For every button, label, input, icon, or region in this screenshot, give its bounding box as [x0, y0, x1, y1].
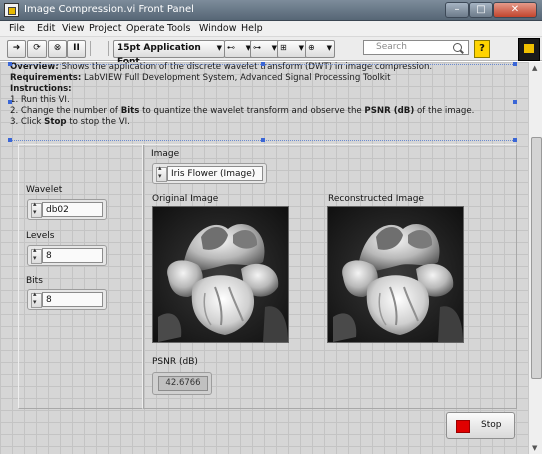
stop-button[interactable]: Stop: [446, 412, 515, 439]
increment-decrement-icon[interactable]: [156, 164, 167, 182]
image-label: Image: [151, 149, 180, 159]
resize-handle[interactable]: [261, 138, 265, 142]
bits-numeric-control[interactable]: 8: [27, 289, 107, 310]
menu-operate[interactable]: Operate: [126, 23, 165, 34]
minimize-button[interactable]: –: [445, 2, 469, 18]
instruction-step-3: 3. Click Stop to stop the VI.: [10, 117, 130, 127]
image-value[interactable]: Iris Flower (Image): [167, 166, 263, 181]
scroll-down-icon[interactable]: ▼: [532, 444, 537, 452]
reorder-icon: ⊕: [308, 43, 315, 52]
resize-objects-dropdown[interactable]: ⊞ ▼: [277, 40, 307, 58]
font-selector[interactable]: 15pt Application Font▼: [113, 40, 225, 67]
instruction-step-2: 2. Change the number of Bits to quantize…: [10, 106, 475, 116]
menu-help[interactable]: Help: [241, 23, 263, 34]
menu-window[interactable]: Window: [199, 23, 236, 34]
resize-objects-icon: ⊞: [280, 43, 287, 52]
run-button[interactable]: ➜: [7, 40, 26, 58]
stop-led-icon: [456, 420, 470, 433]
levels-label: Levels: [26, 231, 55, 241]
chevron-down-icon: ▼: [216, 44, 222, 52]
resize-handle[interactable]: [8, 62, 12, 66]
toolbar-separator: [108, 41, 109, 56]
wavelet-label: Wavelet: [26, 185, 63, 195]
scrollbar-thumb[interactable]: [531, 137, 542, 379]
search-icon[interactable]: [453, 43, 465, 55]
iris-flower-image: [153, 207, 288, 342]
instructions-heading: Instructions:: [10, 84, 72, 94]
scroll-up-icon[interactable]: ▲: [532, 64, 537, 72]
resize-handle[interactable]: [513, 62, 517, 66]
increment-decrement-icon[interactable]: [31, 290, 42, 308]
levels-value[interactable]: 8: [42, 248, 103, 263]
chevron-down-icon: ▼: [326, 44, 332, 52]
psnr-label: PSNR (dB): [152, 357, 198, 367]
menu-bar: File Edit View Project Operate Tools Win…: [0, 21, 542, 37]
resize-handle[interactable]: [513, 138, 517, 142]
description-label[interactable]: Overview: Shows the application of the d…: [10, 62, 520, 144]
resize-handle[interactable]: [8, 100, 12, 104]
increment-decrement-icon[interactable]: [31, 246, 42, 264]
bits-value[interactable]: 8: [42, 292, 103, 307]
context-help-button[interactable]: ?: [474, 40, 490, 58]
vertical-scrollbar[interactable]: ▲ ▼: [528, 62, 542, 454]
menu-view[interactable]: View: [62, 23, 85, 34]
increment-decrement-icon[interactable]: [31, 200, 42, 218]
resize-handle[interactable]: [513, 100, 517, 104]
menu-tools[interactable]: Tools: [167, 23, 190, 34]
original-image-display[interactable]: [152, 206, 289, 343]
original-image-label: Original Image: [152, 194, 219, 204]
wavelet-value[interactable]: db02: [42, 202, 103, 217]
abort-button[interactable]: ⊗: [48, 40, 67, 58]
distribute-objects-icon: ⊶: [253, 43, 261, 52]
iris-flower-image: [328, 207, 463, 342]
reorder-dropdown[interactable]: ⊕ ▼: [305, 40, 335, 58]
bits-label: Bits: [26, 276, 43, 286]
labview-app-icon: [4, 3, 19, 17]
requirements-line: Requirements: LabVIEW Full Development S…: [10, 73, 391, 83]
run-arrow-icon: ➜: [12, 43, 21, 53]
menu-project[interactable]: Project: [89, 23, 122, 34]
toolbar: ➜ ⟳ ⊗ II 15pt Application Font▼ ⊷▼ ⊶▼ ⊞▼…: [0, 37, 542, 67]
maximize-button[interactable]: □: [469, 2, 493, 18]
run-continuously-button[interactable]: ⟳: [27, 40, 47, 58]
vi-icon: [518, 38, 540, 61]
reconstructed-image-display[interactable]: [327, 206, 464, 343]
levels-numeric-control[interactable]: 8: [27, 245, 107, 266]
title-bar: Image Compression.vi Front Panel – □ ✕: [0, 0, 542, 21]
run-continuously-icon: ⟳: [33, 43, 41, 53]
pause-icon: II: [73, 43, 80, 53]
pause-button[interactable]: II: [67, 40, 86, 58]
close-button[interactable]: ✕: [493, 2, 537, 18]
instruction-step-1: 1. Run this VI.: [10, 95, 70, 105]
chevron-down-icon: ▼: [298, 44, 304, 52]
resize-handle[interactable]: [8, 138, 12, 142]
stop-button-label: Stop: [481, 420, 502, 430]
distribute-objects-dropdown[interactable]: ⊶ ▼: [250, 40, 280, 58]
reconstructed-image-label: Reconstructed Image: [328, 194, 424, 204]
psnr-value: 42.6766: [158, 376, 208, 391]
toolbar-separator: [90, 41, 91, 56]
window-title: Image Compression.vi Front Panel: [24, 4, 194, 15]
resize-handle[interactable]: [261, 62, 265, 66]
abort-icon: ⊗: [53, 43, 62, 53]
image-ring-control[interactable]: Iris Flower (Image): [152, 163, 267, 184]
menu-edit[interactable]: Edit: [37, 23, 55, 34]
psnr-indicator: 42.6766: [152, 372, 212, 395]
align-objects-icon: ⊷: [227, 43, 235, 52]
wavelet-ring-control[interactable]: db02: [27, 199, 107, 220]
menu-file[interactable]: File: [9, 23, 25, 34]
